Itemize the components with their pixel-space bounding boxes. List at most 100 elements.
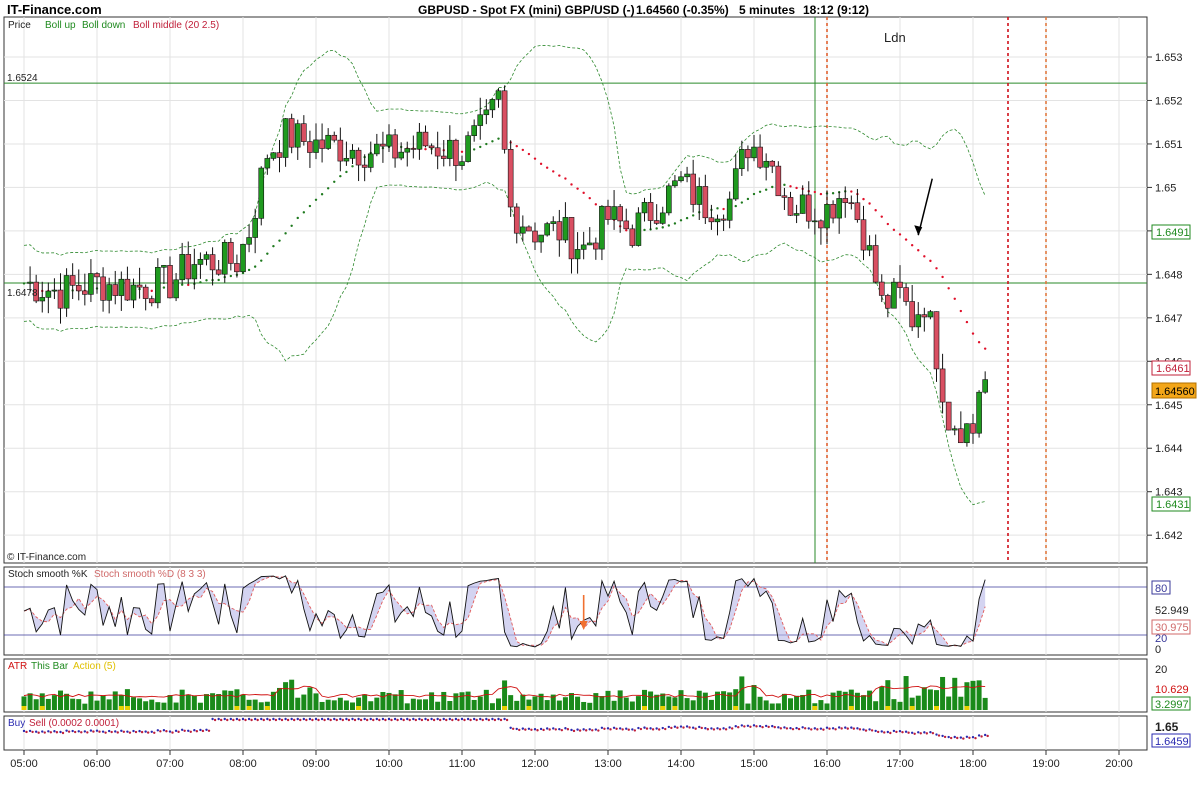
marker-buysell-top: 1.65 [1155,720,1179,734]
legend-action: Action (5) [73,661,116,672]
atr-bar [927,689,933,710]
buy-dot [83,730,87,733]
atr-action-bar [733,706,739,710]
candle-up [349,149,356,159]
bollinger-middle-up-dot [217,278,220,282]
candle-up [666,185,672,214]
atr-bar [781,693,787,710]
buy-dot [436,717,439,721]
bollinger-middle-up-dot [290,224,293,227]
atr-action-bar [848,706,854,710]
atr-action-bar [124,706,130,710]
buy-dot [333,717,336,721]
bollinger-middle-up-dot [205,279,208,282]
candle-up [416,131,423,150]
atr-action-bar [21,706,27,710]
atr-bar [514,700,520,710]
buy-dot [71,729,74,733]
bollinger-middle-up-dot [229,274,233,278]
y-tick-label: 1.652 [1155,95,1183,107]
sell-dot [378,718,381,722]
atr-bar [605,690,611,710]
candle-down [568,217,575,260]
atr-bar [362,694,368,710]
buy-dot [235,717,239,721]
candle-up [477,114,484,126]
atr-bar [149,699,155,710]
candle-up [641,202,648,214]
atr-bar [684,698,690,710]
atr-bar [222,690,228,710]
atr-action-bar [502,706,508,710]
sell-dot [712,728,716,731]
buy-dot [923,731,926,734]
x-tick-label: 18:00 [959,758,987,770]
buy-dot [977,734,981,737]
buy-dot [65,729,68,732]
atr-bar [471,699,477,710]
sell-dot [292,718,296,722]
candle-up [51,289,58,292]
buy-dot [28,729,32,733]
candle-up [173,279,179,299]
sell-dot [986,734,989,738]
sell-dot [177,730,180,734]
buy-dot [965,735,969,738]
sell-dot [645,727,649,730]
sell-dot [256,718,259,722]
buy-dot [442,717,445,721]
candle-up [197,259,204,265]
x-tick-label: 10:00 [375,758,403,770]
sell-dot [883,731,886,734]
buy-dot [862,728,865,731]
atr-bar [696,690,702,710]
buy-dot [655,727,658,730]
candle-up [398,151,404,159]
atr-bar [368,701,374,710]
candle-down [234,263,240,273]
buy-dot [114,730,117,733]
candle-down [854,202,861,221]
bollinger-middle-up-dot [831,192,835,195]
hline-high-label: 1.6524 [7,73,38,84]
atr-bar [496,698,501,710]
bollinger-middle-up-dot [345,170,348,174]
sell-dot [937,734,941,737]
sell-dot [116,731,119,734]
marker-middle-band: 1.6461 [1156,363,1190,375]
candle-down [209,254,216,271]
bollinger-middle-up-dot [302,211,306,214]
buy-dot [430,717,433,721]
buy-dot [132,729,135,733]
buy-dot [716,727,719,730]
bollinger-middle-up-dot [673,222,677,225]
legend-sell: Sell (0.0002 0.0001) [29,718,119,729]
bollinger-middle-down-dot [977,341,981,344]
sell-dot [627,728,630,731]
sell-dot [968,736,971,739]
sell-dot [25,730,28,734]
buy-dot [959,736,963,739]
atr-bar [532,696,538,710]
candle-down [897,281,903,288]
candle-up [155,267,161,304]
atr-bar [88,691,94,710]
atr-bar [617,690,623,710]
candle-down [434,147,441,157]
sell-dot [633,729,637,732]
x-tick-label: 20:00 [1105,758,1133,770]
sell-dot [384,718,387,722]
buy-dot [552,727,555,730]
atr-action-bar [264,706,270,710]
candle-up [763,160,769,168]
atr-bar [270,691,276,710]
buy-dot [777,726,780,729]
sell-dot [201,729,205,733]
sell-dot [438,718,442,722]
candle-up [793,213,800,216]
atr-bar [581,701,587,710]
sell-dot [493,718,497,722]
sell-dot [584,729,588,732]
atr-bar [106,699,112,710]
sell-dot [250,718,253,722]
